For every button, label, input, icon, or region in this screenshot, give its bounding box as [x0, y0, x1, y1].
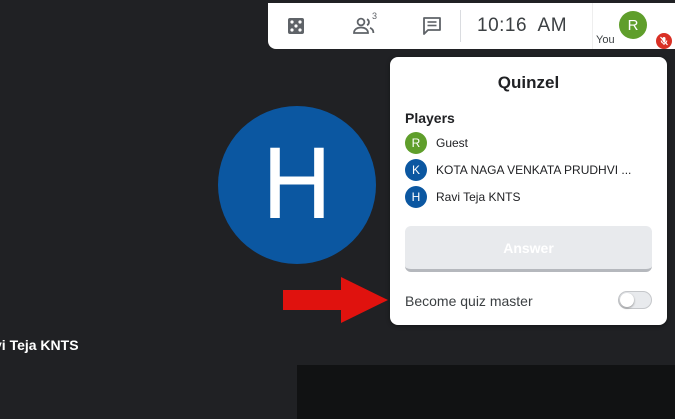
quiz-master-label: Become quiz master: [405, 293, 533, 309]
player-name: Guest: [436, 136, 469, 150]
participant-name: vi Teja KNTS: [0, 337, 79, 353]
player-avatar: H: [405, 186, 427, 208]
speaker-avatar-letter: H: [260, 129, 334, 241]
people-count-badge: 3: [372, 11, 378, 21]
player-avatar: R: [405, 132, 427, 154]
player-avatar-letter: R: [411, 136, 421, 150]
panel-title: Quinzel: [497, 73, 560, 92]
self-label: You: [596, 34, 615, 46]
self-view-area: [297, 365, 675, 419]
player-avatar-letter: K: [411, 163, 420, 177]
mic-off-icon: [656, 33, 672, 49]
self-avatar-letter: R: [627, 16, 639, 34]
dice-icon: [288, 18, 304, 34]
player-item: K KOTA NAGA VENKATA PRUDHVI ...: [405, 159, 631, 181]
answer-button[interactable]: Answer: [405, 226, 652, 272]
player-avatar-letter: H: [411, 190, 421, 204]
activities-button[interactable]: [268, 3, 324, 49]
people-button[interactable]: 3: [324, 3, 404, 49]
chat-button[interactable]: [404, 3, 460, 49]
toggle-knob: [620, 293, 634, 307]
self-avatar: R: [619, 11, 647, 39]
player-name: KOTA NAGA VENKATA PRUDHVI ...: [436, 163, 632, 177]
chat-icon: [423, 17, 441, 35]
self-tile[interactable]: R You: [592, 3, 675, 49]
player-item: R Guest: [405, 132, 468, 154]
top-toolbar: 3 10:16 AM R You: [268, 3, 675, 49]
player-name: Ravi Teja KNTS: [436, 190, 521, 204]
players-heading: Players: [405, 110, 455, 126]
player-avatar: K: [405, 159, 427, 181]
player-item: H Ravi Teja KNTS: [405, 186, 520, 208]
annotation-arrow-icon: [283, 277, 388, 323]
quiz-master-toggle[interactable]: [618, 291, 652, 309]
clock: 10:16 AM: [477, 15, 568, 36]
quinzel-panel: Quinzel Players R Guest K KOTA NAGA VENK…: [390, 57, 667, 325]
speaker-avatar: H: [218, 106, 376, 264]
